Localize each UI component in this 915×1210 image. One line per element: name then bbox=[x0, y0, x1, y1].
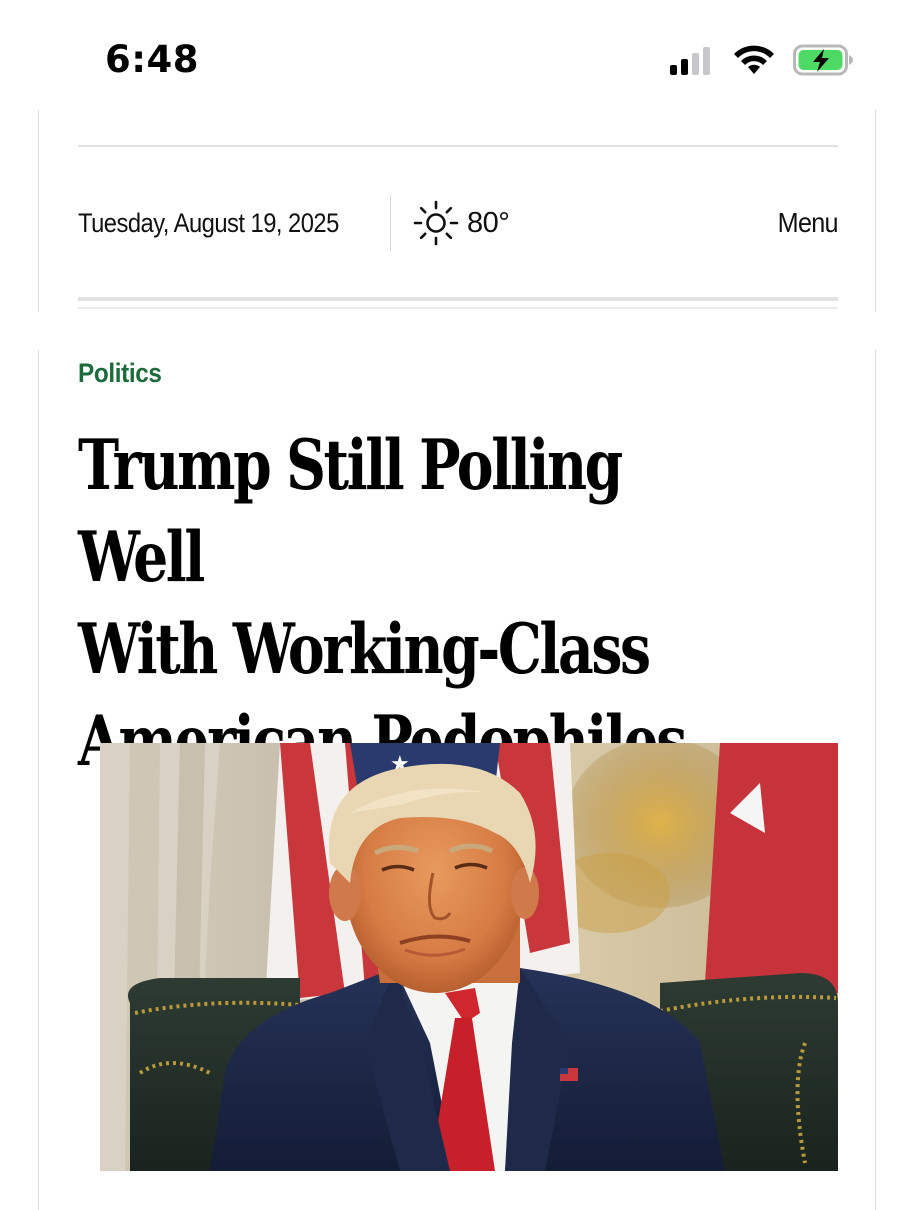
status-time: 6:48 bbox=[105, 38, 200, 81]
current-date: Tuesday, August 19, 2025 bbox=[78, 207, 339, 238]
sun-icon bbox=[413, 200, 459, 246]
header-bottom-divider bbox=[78, 297, 838, 301]
temperature: 80° bbox=[467, 206, 510, 239]
header-vertical-divider bbox=[390, 195, 391, 251]
battery-charging-icon bbox=[793, 44, 853, 76]
header-top-divider bbox=[78, 145, 838, 147]
hero-photo: ★ bbox=[100, 743, 838, 1171]
headline-line: With Working-Class bbox=[78, 609, 651, 690]
headline-line: Trump Still Polling Well bbox=[78, 425, 623, 598]
wifi-icon bbox=[734, 45, 774, 74]
category-link[interactable]: Politics bbox=[78, 358, 162, 389]
status-icons bbox=[669, 44, 855, 76]
weather-widget[interactable]: 80° bbox=[413, 200, 510, 246]
status-bar: 6:48 bbox=[0, 0, 915, 110]
site-header: Tuesday, August 19, 2025 80° Menu bbox=[78, 195, 839, 251]
hero-image[interactable]: ★ bbox=[100, 743, 838, 1171]
header-bottom-divider-2 bbox=[78, 307, 838, 309]
signal-icon bbox=[670, 47, 710, 75]
article-headline: Trump Still Polling Well With Working-Cl… bbox=[78, 420, 734, 788]
menu-button[interactable]: Menu bbox=[778, 207, 839, 239]
